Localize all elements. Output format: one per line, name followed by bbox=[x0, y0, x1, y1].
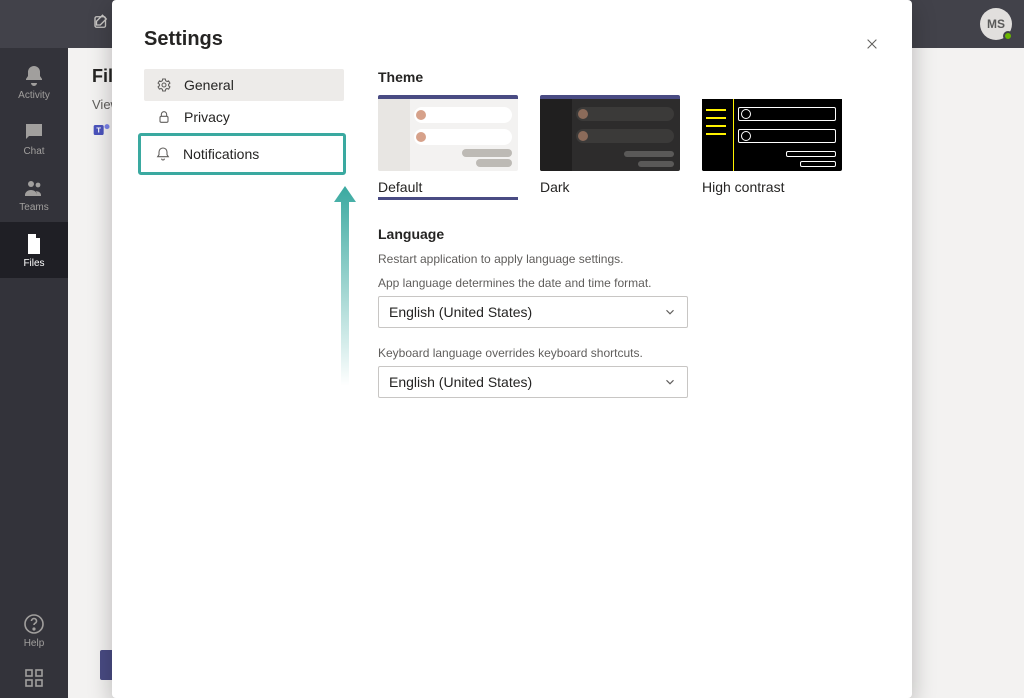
theme-heading: Theme bbox=[378, 69, 888, 85]
app-language-select[interactable]: English (United States) bbox=[378, 296, 688, 328]
nav-general[interactable]: General bbox=[144, 69, 344, 101]
theme-dark[interactable]: Dark bbox=[540, 95, 680, 200]
theme-hc-thumb bbox=[702, 95, 842, 171]
app-lang-desc: App language determines the date and tim… bbox=[378, 276, 888, 290]
close-icon bbox=[865, 37, 879, 51]
keyboard-language-value: English (United States) bbox=[389, 374, 532, 390]
theme-default-label: Default bbox=[378, 179, 518, 195]
theme-dark-thumb bbox=[540, 95, 680, 171]
app-language-value: English (United States) bbox=[389, 304, 532, 320]
modal-title: Settings bbox=[144, 28, 888, 51]
theme-default[interactable]: Default bbox=[378, 95, 518, 200]
gear-icon bbox=[156, 77, 172, 93]
theme-row: Default Dark bbox=[378, 95, 888, 200]
close-button[interactable] bbox=[856, 28, 888, 60]
modal-overlay: Settings General Privacy Notifications bbox=[0, 0, 1024, 698]
nav-privacy-label: Privacy bbox=[184, 109, 230, 125]
keyboard-language-select[interactable]: English (United States) bbox=[378, 366, 688, 398]
language-restart-hint: Restart application to apply language se… bbox=[378, 252, 888, 266]
nav-notifications-label: Notifications bbox=[183, 146, 259, 162]
nav-privacy[interactable]: Privacy bbox=[144, 101, 344, 133]
bell-icon bbox=[155, 146, 171, 162]
nav-notifications[interactable]: Notifications bbox=[143, 138, 341, 170]
theme-high-contrast[interactable]: High contrast bbox=[702, 95, 842, 200]
theme-default-thumb bbox=[378, 95, 518, 171]
annotation-highlight: Notifications bbox=[138, 133, 346, 175]
lock-icon bbox=[156, 109, 172, 125]
settings-modal: Settings General Privacy Notifications bbox=[112, 0, 912, 698]
theme-dark-label: Dark bbox=[540, 179, 680, 195]
kbd-lang-desc: Keyboard language overrides keyboard sho… bbox=[378, 346, 888, 360]
settings-nav: General Privacy Notifications bbox=[144, 69, 344, 416]
nav-general-label: General bbox=[184, 77, 234, 93]
language-heading: Language bbox=[378, 226, 888, 242]
settings-content: Theme Default bbox=[378, 69, 888, 416]
theme-hc-label: High contrast bbox=[702, 179, 842, 195]
chevron-down-icon bbox=[663, 375, 677, 389]
chevron-down-icon bbox=[663, 305, 677, 319]
